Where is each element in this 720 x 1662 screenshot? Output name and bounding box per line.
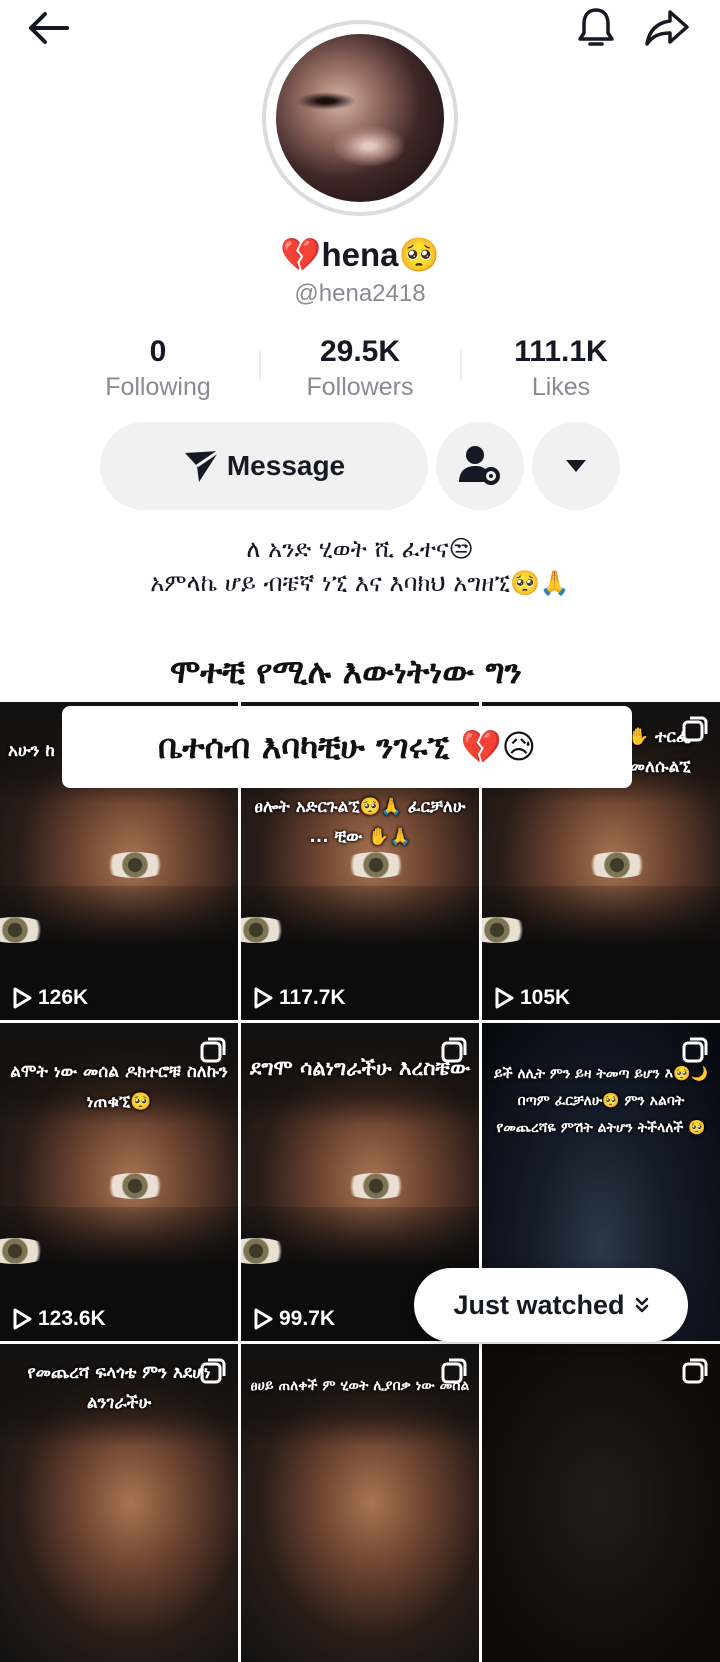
video-text: የመጨረሻ ፍላጎቴ ምን እደሆነ ልንገራችሁ xyxy=(27,1363,211,1413)
likes-stat[interactable]: 111.1K Likes xyxy=(461,334,661,404)
view-count-value: 117.7K xyxy=(279,986,346,1009)
video-text: ይች ለሊት ምን ይዛ ትመጣ ይሆን እ🥺🌙 በጣም ፈርቻለሁ🥺 ምን አ… xyxy=(494,1066,708,1136)
multi-photo-icon xyxy=(682,1358,708,1384)
view-count-value: 123.6K xyxy=(38,1307,106,1330)
view-count-value: 99.7K xyxy=(279,1307,336,1330)
likes-label: Likes xyxy=(531,373,591,401)
view-count: 99.7K xyxy=(253,1307,335,1331)
message-label: Message xyxy=(226,450,346,481)
display-name: 💔hena🥺 xyxy=(280,236,440,273)
followers-label: Followers xyxy=(306,373,414,401)
back-button[interactable] xyxy=(22,8,72,48)
multi-photo-icon xyxy=(200,1037,226,1063)
multi-photo-icon xyxy=(441,1358,467,1384)
play-icon xyxy=(13,987,32,1009)
caption-line: ሞተቺ የሚሉ እውነትነው ግን xyxy=(102,642,590,702)
view-count: 105K xyxy=(494,986,570,1010)
user-settings-icon xyxy=(459,446,500,485)
caption-line: ቤተሰብ እባካቺሁ ንገሩኚ 💔😥 xyxy=(62,706,632,788)
following-label: Following xyxy=(105,373,211,401)
video-text: ልሞት ነው መሰል ዶክተሮቹ ስለኩን ነጠቁኚ🥺 xyxy=(10,1062,228,1112)
play-icon xyxy=(254,1308,273,1330)
followers-count: 29.5K xyxy=(319,335,401,368)
notifications-button[interactable] xyxy=(572,4,620,52)
play-icon xyxy=(13,1308,32,1330)
following-count: 0 xyxy=(149,335,167,368)
view-count-value: 126K xyxy=(38,986,89,1009)
avatar[interactable] xyxy=(262,20,458,216)
share-button[interactable] xyxy=(640,4,694,52)
share-arrow-icon xyxy=(645,10,689,46)
multi-photo-icon xyxy=(200,1358,226,1384)
video-tile[interactable]: የመጨረሻ ፍላጎቴ ምን እደሆነ ልንገራችሁ xyxy=(0,1344,238,1662)
more-options-button[interactable] xyxy=(532,422,620,510)
likes-count: 111.1K xyxy=(514,335,608,368)
view-count: 126K xyxy=(12,986,88,1010)
view-count: 123.6K xyxy=(12,1307,106,1331)
multi-photo-icon xyxy=(682,1037,708,1063)
send-icon xyxy=(184,449,220,482)
play-icon xyxy=(254,987,273,1009)
video-tile[interactable]: ፀሀይ ጠለቀች ም ሂወት ሊያበቃ ነው መሰል xyxy=(241,1344,479,1662)
just-watched-label: Just watched xyxy=(453,1289,625,1320)
bio: ለ አንድ ሂወት ሺ ፈተና😒 አምላኬ ሆይ ብቼኛ ነኚ እና እባክህ … xyxy=(0,532,720,600)
view-count-value: 105K xyxy=(520,986,571,1009)
message-button[interactable]: Message xyxy=(100,422,428,510)
video-tile[interactable] xyxy=(482,1344,720,1662)
avatar-image xyxy=(276,34,444,202)
bell-icon xyxy=(578,8,614,46)
play-icon xyxy=(495,987,514,1009)
username: @hena2418 xyxy=(294,280,426,307)
followers-stat[interactable]: 29.5K Followers xyxy=(260,334,460,404)
bio-line: አምላኬ ሆይ ብቼኛ ነኚ እና እባክህ አግዘኚ🥺🙏 xyxy=(150,569,570,597)
video-tile[interactable]: ልሞት ነው መሰል ዶክተሮቹ ስለኩን ነጠቁኚ🥺 123.6K xyxy=(0,1023,238,1341)
video-text: ደግሞ ሳልነግራችሁ እረስቼው xyxy=(249,1056,471,1080)
view-count: 117.7K xyxy=(253,986,346,1010)
following-stat[interactable]: 0 Following xyxy=(58,334,258,404)
video-text: ፀሎት አድርጉልኚ🥺🙏 ፈርቻለሁ ... ቺው ✋🙏 xyxy=(254,797,466,847)
multi-photo-icon xyxy=(682,716,708,742)
chevron-double-down-icon xyxy=(635,1297,648,1313)
bio-line: ለ አንድ ሂወት ሺ ፈተና😒 xyxy=(246,535,474,563)
caret-down-icon xyxy=(566,460,586,472)
arrow-left-icon xyxy=(29,12,69,44)
just-watched-button[interactable]: Just watched xyxy=(414,1268,688,1342)
multi-photo-icon xyxy=(441,1037,467,1063)
video-text: ፀሀይ ጠለቀች ም ሂወት ሊያበቃ ነው መሰል xyxy=(250,1378,470,1394)
add-friend-button[interactable] xyxy=(436,422,524,510)
